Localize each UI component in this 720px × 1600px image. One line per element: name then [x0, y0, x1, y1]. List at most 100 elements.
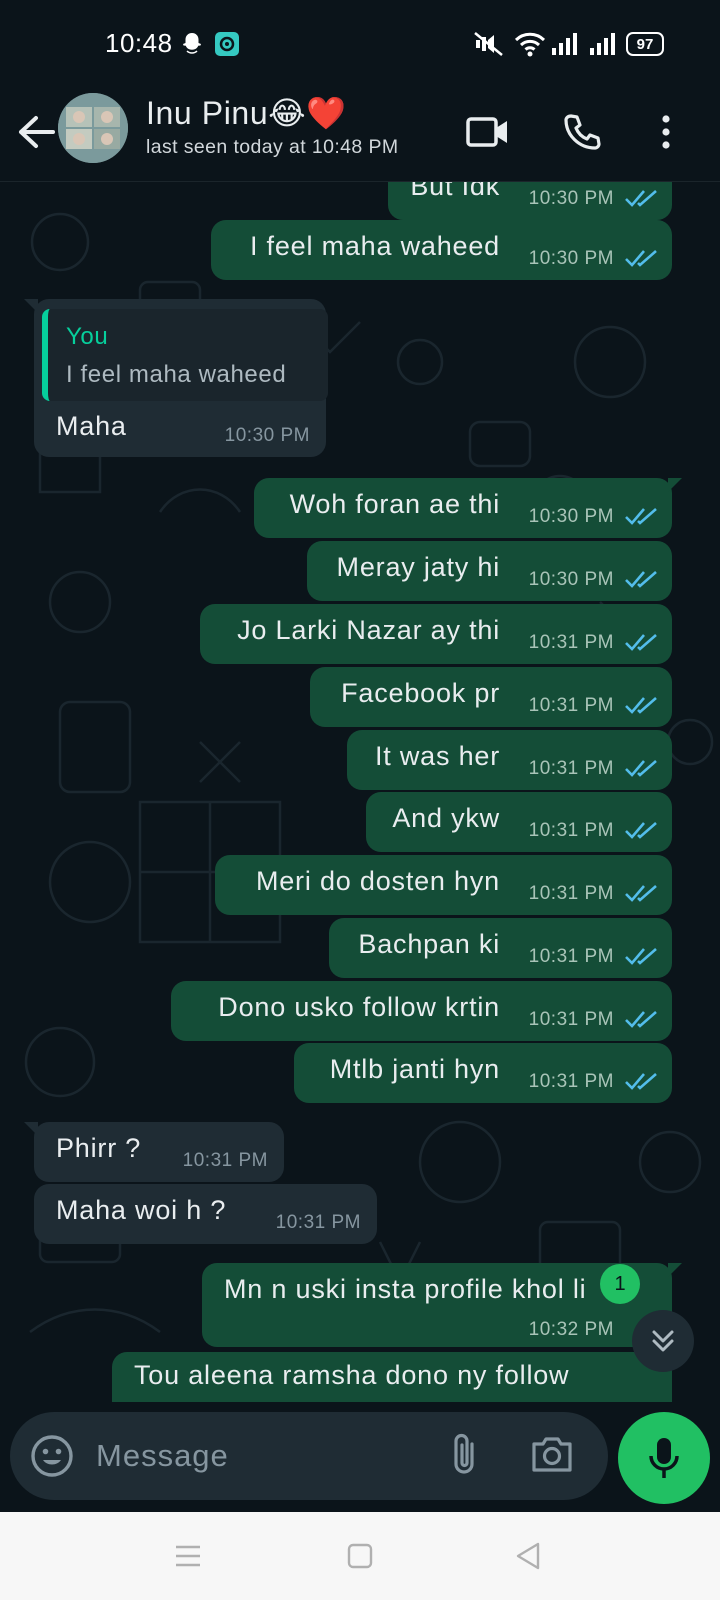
chat-header: Inu Pinu😂❤️ last seen today at 10:48 PM	[0, 88, 720, 182]
message-time: 10:31 PM	[528, 820, 614, 841]
message-time: 10:31 PM	[182, 1150, 268, 1171]
more-options-icon	[662, 115, 670, 149]
message-text: Maha	[56, 411, 127, 441]
read-receipt-icon	[625, 697, 657, 714]
message-time: 10:30 PM	[528, 506, 614, 527]
bubble-tail	[668, 1263, 682, 1277]
mute-icon	[472, 31, 506, 62]
message-time: 10:31 PM	[528, 695, 614, 716]
read-receipt-icon	[625, 1011, 657, 1028]
message-text: I feel maha waheed	[249, 231, 500, 261]
quoted-message[interactable]: You I feel maha waheed	[42, 309, 328, 401]
message-bubble-outgoing[interactable]: Bachpan ki 10:31 PM	[329, 918, 672, 978]
message-bubble-outgoing[interactable]: Jo Larki Nazar ay thi 10:31 PM	[200, 604, 672, 664]
message-time: 10:31 PM	[528, 758, 614, 779]
message-bubble-incoming[interactable]: You I feel maha waheed Maha 10:30 PM	[24, 299, 328, 457]
message-text: Maha woi h ?	[56, 1195, 227, 1225]
read-receipt-icon	[625, 571, 657, 588]
whatsapp-chat-screen: 10:48 97 Inu Pinu😂❤️ last seen today at …	[0, 0, 720, 1600]
read-receipt-icon	[625, 885, 657, 902]
message-time: 10:31 PM	[528, 1071, 614, 1092]
home-button[interactable]	[338, 1534, 382, 1578]
double-chevron-down-icon	[652, 1330, 674, 1352]
status-bar: 10:48 97	[0, 0, 720, 88]
system-navigation-bar	[0, 1512, 720, 1600]
read-receipt-icon	[625, 250, 657, 267]
message-bubble-outgoing[interactable]: Facebook pr 10:31 PM	[310, 667, 672, 727]
camera-icon	[532, 1437, 572, 1472]
bubble-tail	[24, 299, 38, 313]
contact-name[interactable]: Inu Pinu😂❤️	[146, 94, 347, 132]
message-time: 10:30 PM	[528, 569, 614, 590]
message-time: 10:31 PM	[275, 1212, 361, 1233]
status-time: 10:48	[105, 28, 173, 58]
bubble-tail	[668, 478, 682, 492]
message-bubble-outgoing[interactable]: Meray jaty hi 10:30 PM	[307, 541, 672, 601]
message-bubble-outgoing[interactable]: Woh foran ae thi 10:30 PM	[254, 478, 682, 538]
message-time: 10:31 PM	[528, 946, 614, 967]
read-receipt-icon	[625, 822, 657, 839]
message-text: Tou aleena ramsha dono ny follow	[134, 1360, 570, 1390]
message-input[interactable]	[96, 1430, 426, 1482]
message-time: 10:31 PM	[528, 883, 614, 904]
contact-avatar[interactable]	[58, 93, 128, 163]
attach-button[interactable]	[450, 1432, 494, 1480]
read-receipt-icon	[625, 760, 657, 777]
message-text: Bachpan ki	[358, 929, 500, 959]
message-bubble-outgoing[interactable]: I feel maha waheed 10:30 PM	[211, 220, 672, 280]
message-text: Woh foran ae thi	[289, 489, 500, 519]
message-time: 10:32 PM	[528, 1319, 614, 1340]
snapchat-icon	[178, 30, 206, 63]
video-call-button[interactable]	[462, 106, 514, 158]
camera-button[interactable]	[530, 1434, 576, 1478]
phone-call-icon	[564, 114, 601, 150]
quoted-author: You	[66, 323, 109, 350]
quoted-text: I feel maha waheed	[66, 361, 287, 388]
message-bubble-outgoing[interactable]: Mtlb janti hyn 10:31 PM	[294, 1043, 672, 1103]
message-text: And ykw	[392, 803, 500, 833]
message-bubble-outgoing[interactable]: Meri do dosten hyn 10:31 PM	[215, 855, 672, 915]
message-time: 10:30 PM	[528, 248, 614, 269]
scroll-to-bottom-button[interactable]	[632, 1310, 694, 1372]
message-bubble-outgoing[interactable]: But Idk 10:30 PM	[388, 182, 672, 220]
message-bubble-outgoing[interactable]: And ykw 10:31 PM	[366, 792, 672, 852]
wifi-icon	[514, 31, 546, 62]
voice-call-button[interactable]	[556, 106, 608, 158]
signal-icon	[550, 31, 580, 62]
message-time: 10:31 PM	[528, 632, 614, 653]
message-bubble-outgoing[interactable]: Tou aleena ramsha dono ny follow	[112, 1352, 672, 1402]
message-text: Jo Larki Nazar ay thi	[237, 615, 500, 645]
voice-message-button[interactable]	[618, 1412, 710, 1504]
home-icon	[347, 1543, 373, 1569]
message-text: Facebook pr	[341, 678, 500, 708]
more-options-button[interactable]	[640, 106, 692, 158]
message-text: Mtlb janti hyn	[329, 1054, 500, 1084]
message-text: Mn n uski insta profile khol li	[224, 1274, 587, 1304]
message-bubble-outgoing[interactable]: It was her 10:31 PM	[347, 730, 672, 790]
system-back-button[interactable]	[506, 1534, 550, 1578]
recents-button[interactable]	[166, 1534, 210, 1578]
app-icon	[214, 31, 240, 62]
message-text: Phirr ?	[56, 1133, 142, 1163]
attach-icon	[454, 1433, 474, 1474]
mic-icon	[649, 1438, 679, 1478]
bubble-tail	[24, 1122, 38, 1136]
message-list[interactable]: But Idk 10:30 PM I feel maha waheed 10:3…	[0, 182, 720, 1402]
message-time: 10:30 PM	[528, 188, 614, 209]
message-bubble-incoming[interactable]: Phirr ? 10:31 PM	[24, 1122, 284, 1182]
back-button[interactable]	[14, 110, 58, 154]
read-receipt-icon	[625, 948, 657, 965]
menu-icon	[176, 1545, 200, 1567]
video-call-icon	[466, 117, 507, 147]
read-receipt-icon	[625, 634, 657, 651]
message-bubble-incoming[interactable]: Maha woi h ? 10:31 PM	[34, 1184, 377, 1244]
message-bubble-outgoing[interactable]: Dono usko follow krtin 10:31 PM	[171, 981, 672, 1041]
message-text: Meri do dosten hyn	[255, 866, 500, 896]
read-receipt-icon	[625, 1073, 657, 1090]
message-text: It was her	[374, 741, 500, 771]
read-receipt-icon	[625, 190, 657, 207]
emoji-button[interactable]	[30, 1434, 74, 1478]
unread-count-badge: 1	[600, 1264, 640, 1304]
read-receipt-icon	[625, 508, 657, 525]
emoji-icon	[31, 1435, 73, 1477]
